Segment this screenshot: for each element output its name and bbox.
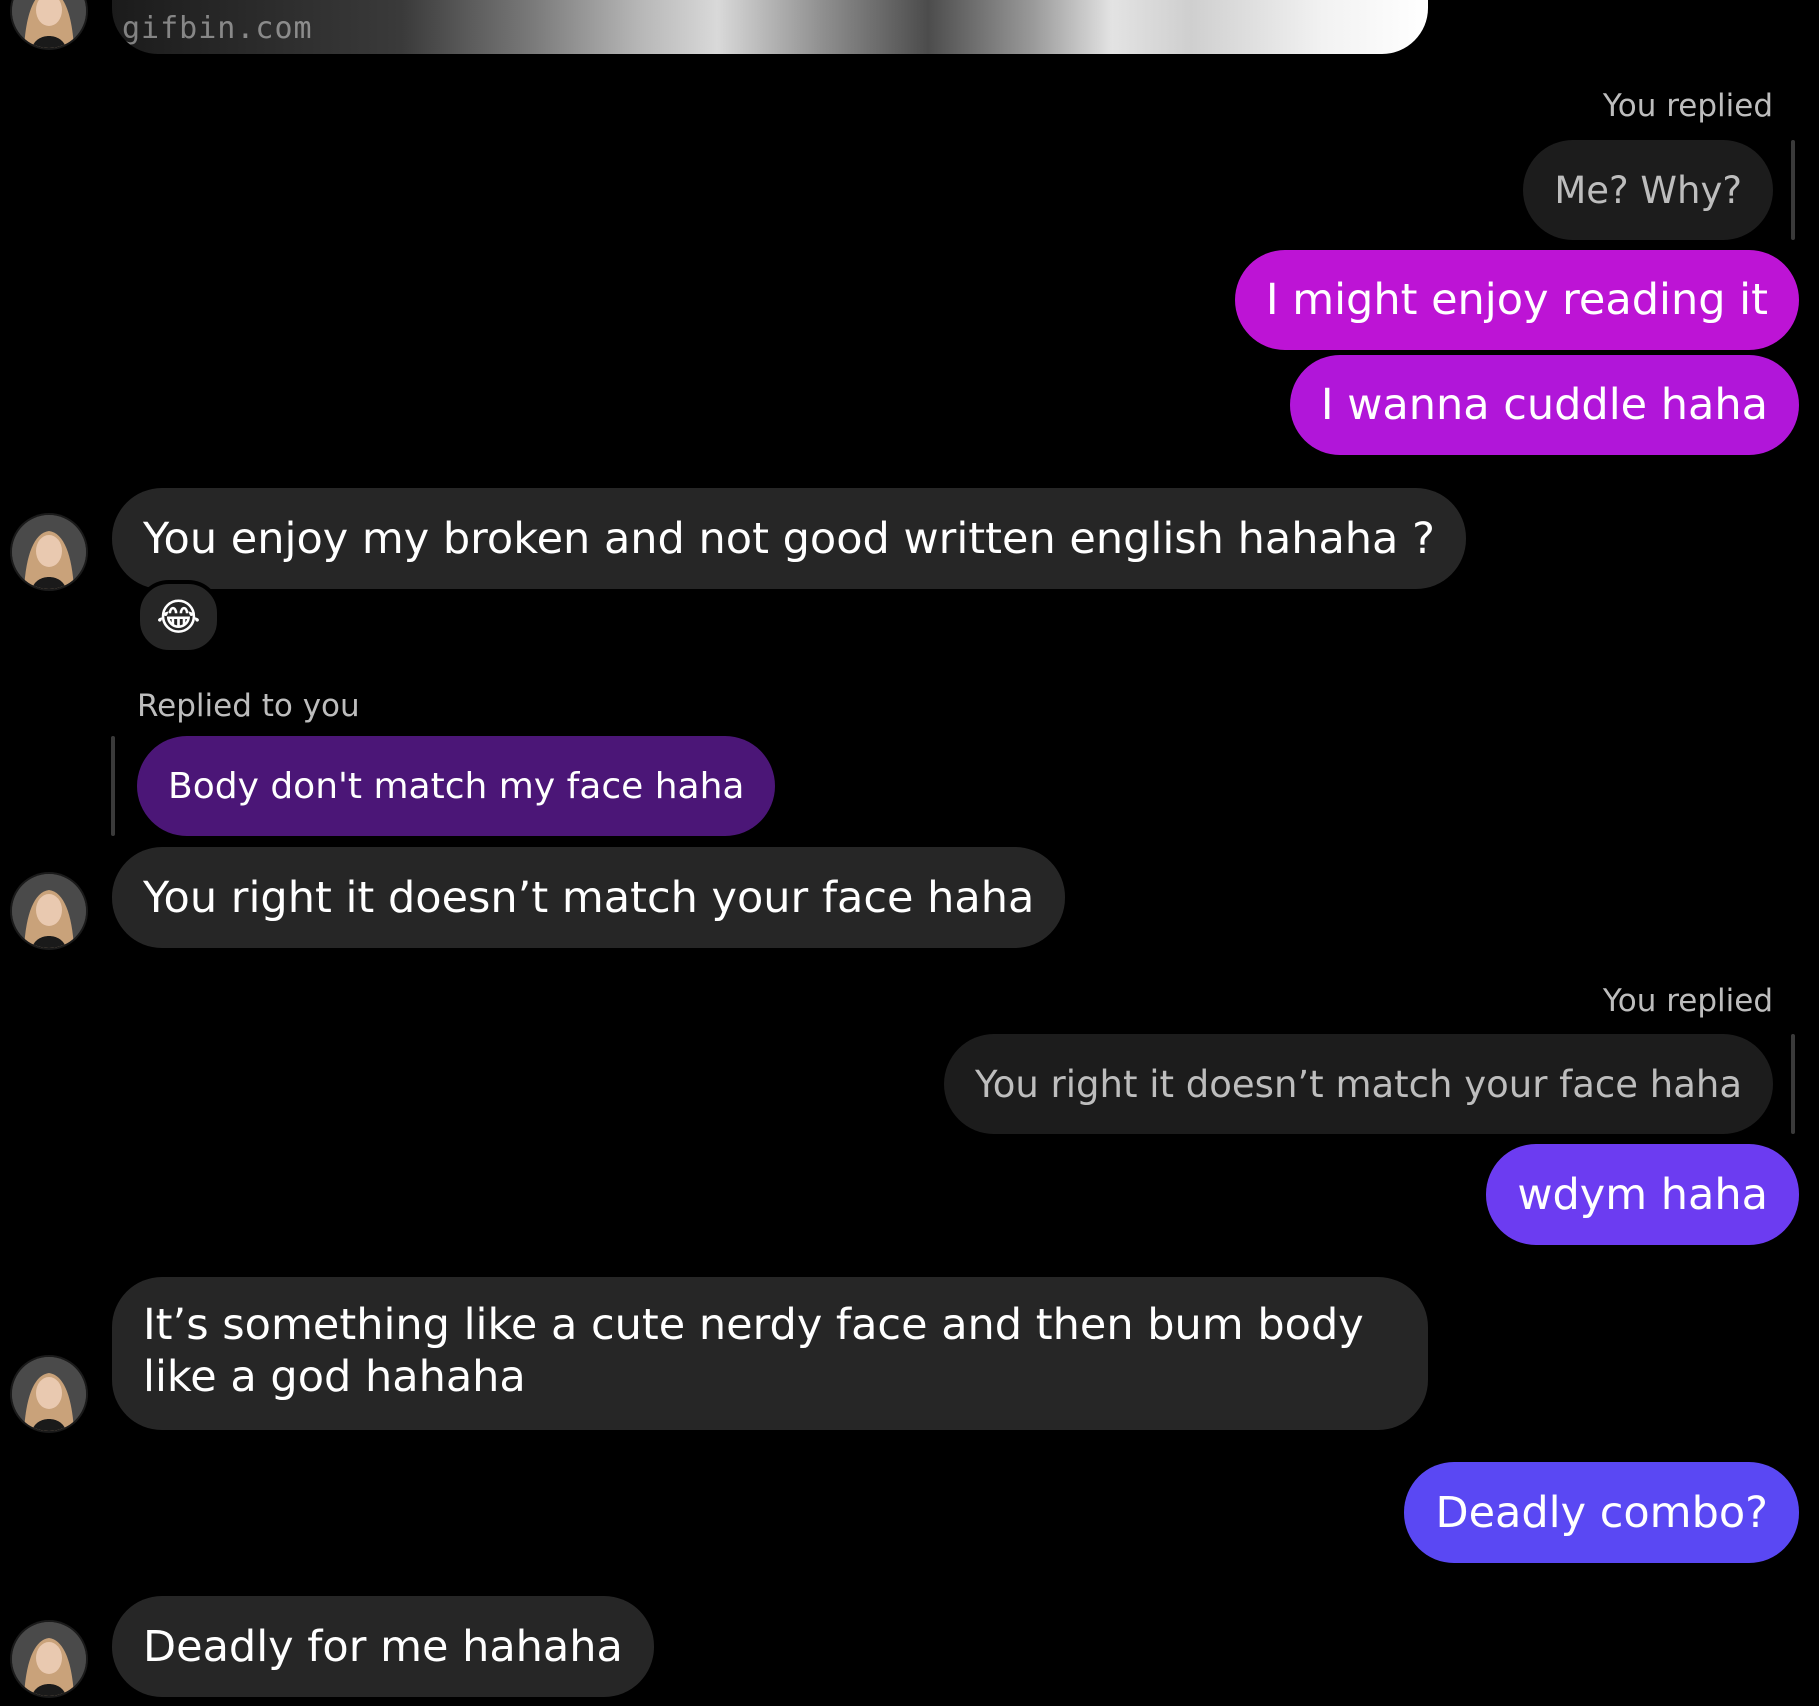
received-message[interactable]: You right it doesn’t match your face hah… [112,847,1066,948]
contact-avatar[interactable] [12,0,86,48]
sent-message[interactable]: Deadly combo? [1404,1462,1799,1563]
quoted-message[interactable]: Me? Why? [1523,140,1773,240]
contact-avatar[interactable] [12,515,86,589]
contact-avatar[interactable] [12,874,86,948]
reply-indicator-bar [1791,1034,1795,1134]
reply-indicator-bar [1791,140,1795,240]
laughing-emoji-icon: 😂 [156,595,201,639]
reply-label: Replied to you [137,688,360,724]
received-message[interactable]: Deadly for me hahaha [112,1596,654,1697]
reply-indicator-bar [111,736,115,836]
received-message[interactable]: You enjoy my broken and not good written… [112,488,1466,589]
sent-message[interactable]: wdym haha [1486,1144,1799,1245]
gif-message[interactable]: gifbin.com [112,0,1428,54]
contact-avatar[interactable] [12,1357,86,1431]
received-message[interactable]: It’s something like a cute nerdy face an… [112,1277,1428,1430]
contact-avatar[interactable] [12,1622,86,1696]
gif-watermark: gifbin.com [122,11,313,46]
reaction-badge[interactable]: 😂 [136,580,221,654]
reply-label: You replied [1602,983,1773,1019]
sent-message[interactable]: I wanna cuddle haha [1289,355,1799,455]
quoted-message[interactable]: Body don't match my face haha [137,736,776,836]
quoted-message[interactable]: You right it doesn’t match your face hah… [944,1034,1773,1134]
sent-message[interactable]: I might enjoy reading it [1234,250,1799,350]
reply-label: You replied [1602,88,1773,124]
